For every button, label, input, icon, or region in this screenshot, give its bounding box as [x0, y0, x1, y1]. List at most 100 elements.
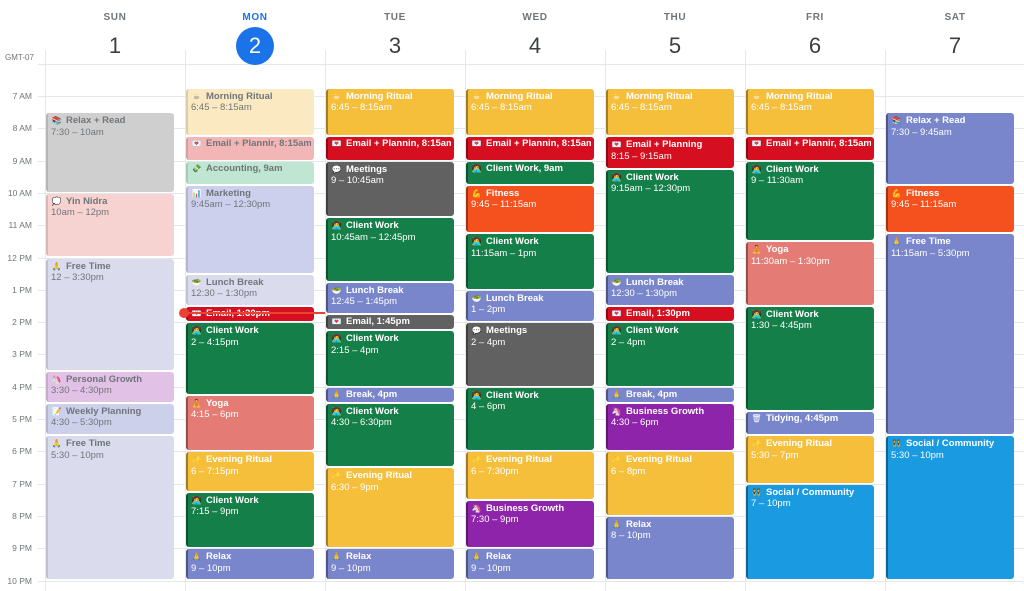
calendar-event[interactable]: ☕ Morning Ritual 6:45 – 8:15am [746, 88, 874, 136]
calendar-event[interactable]: 👩‍💻 Client Work 9:15am – 12:30pm [606, 169, 734, 273]
event-title: Evening Ritual [766, 438, 832, 450]
calendar-event[interactable]: ✨ Evening Ritual 6:30 – 9pm [326, 468, 454, 548]
calendar-event[interactable]: ✨ Evening Ritual 6 – 8pm [606, 452, 734, 515]
event-title: Free Time [66, 260, 111, 272]
day-number[interactable]: 4 [516, 27, 554, 65]
calendar-event[interactable]: 🙏 Free Time 12 – 3:30pm [46, 258, 174, 370]
calendar-event[interactable]: 👩‍💻 Client Work 10:45am – 12:45pm [326, 218, 454, 281]
calendar-event[interactable]: 🙏 Relax 8 – 10pm [606, 516, 734, 580]
calendar-event[interactable]: 💸 Accounting, 9am [186, 161, 314, 184]
calendar-event[interactable]: ☕ Morning Ritual 6:45 – 8:15am [606, 88, 734, 136]
calendar-event[interactable]: 📚 Relax + Read 7:30 – 9:45am [886, 113, 1014, 184]
day-number[interactable]: 6 [796, 27, 834, 65]
day-header-wed[interactable]: WED 4 [465, 0, 605, 66]
calendar-event[interactable]: 👩‍💻 Client Work 4:30 – 6:30pm [326, 403, 454, 467]
calendar-event[interactable]: 🥗 Lunch Break 12:30 – 1:30pm [606, 274, 734, 305]
calendar-event[interactable]: 🙏 Free Time 5:30 – 10pm [46, 436, 174, 580]
calendar-event[interactable]: 👩‍💻 Client Work 2:15 – 4pm [326, 331, 454, 386]
calendar-event[interactable]: 🗑 Tidying, 4:45pm [746, 411, 874, 435]
calendar-event[interactable]: 💪 Fitness 9:45 – 11:15am [886, 185, 1014, 233]
calendar-event[interactable]: 🦄 Personal Growth 3:30 – 4:30pm [46, 371, 174, 402]
day-number[interactable]: 3 [376, 27, 414, 65]
calendar-event[interactable]: ✨ Evening Ritual 6 – 7:15pm [186, 452, 314, 491]
event-time: 3:30 – 4:30pm [51, 385, 112, 397]
event-title: Client Work, 9am [486, 162, 563, 174]
calendar-event[interactable]: 🥗 Lunch Break 12:45 – 1:45pm [326, 282, 454, 314]
calendar-event[interactable]: 👩‍💻 Client Work 11:15am – 1pm [466, 234, 594, 289]
calendar-event[interactable]: 🦄 Business Growth 7:30 – 9pm [466, 500, 594, 548]
calendar-event[interactable]: 👩‍💻 Client Work 7:15 – 9pm [186, 492, 314, 548]
calendar-event[interactable]: 💬 Meetings 2 – 4pm [466, 323, 594, 386]
event-title: Morning Ritual [206, 90, 273, 102]
calendar-event[interactable]: 💌 Email + Plannin, 8:15am [326, 137, 454, 160]
calendar-event[interactable]: 💌 Email, 1:30pm [606, 306, 734, 322]
calendar-event[interactable]: 📝 Weekly Planning 4:30 – 5:30pm [46, 403, 174, 435]
day-header-fri[interactable]: FRI 6 [745, 0, 885, 66]
day-number[interactable]: 2 [236, 27, 274, 65]
calendar-event[interactable]: 📚 Relax + Read 7:30 – 10am [46, 113, 174, 192]
calendar-event[interactable]: ✨ Evening Ritual 5:30 – 7pm [746, 436, 874, 483]
folded-hands-icon: 🙏 [51, 261, 62, 271]
calendar-event[interactable]: 🙏 Break, 4pm [606, 387, 734, 402]
calendar-event[interactable]: 👩‍💻 Client Work 2 – 4pm [606, 323, 734, 386]
calendar-event[interactable]: 👩‍💻 Client Work 2 – 4:15pm [186, 323, 314, 394]
hour-label: 4 PM [12, 382, 32, 392]
calendar-event[interactable]: 🦄 Business Growth 4:30 – 6pm [606, 403, 734, 451]
day-number[interactable]: 7 [936, 27, 974, 65]
calendar-event[interactable]: 💌 Email, 1:45pm [326, 315, 454, 330]
calendar-event[interactable]: 🥗 Lunch Break 1 – 2pm [466, 290, 594, 322]
event-title: Fitness [906, 187, 940, 199]
calendar-event[interactable]: ✨ Evening Ritual 6 – 7:30pm [466, 452, 594, 499]
event-title: Client Work [206, 494, 259, 506]
calendar-event[interactable]: 🧘 Yoga 11:30am – 1:30pm [746, 242, 874, 305]
day-header-tue[interactable]: TUE 3 [325, 0, 465, 66]
technologist-icon: 👩‍💻 [471, 163, 482, 173]
event-time: 11:15am – 5:30pm [891, 247, 970, 259]
day-number[interactable]: 5 [656, 27, 694, 65]
speech-bubble-icon: 💬 [471, 326, 482, 336]
event-title-row: 🙏 Free Time [891, 236, 1011, 248]
event-time: 9:45 – 11:15am [471, 199, 537, 211]
calendar-event[interactable]: 🙏 Break, 4pm [326, 387, 454, 402]
event-time: 6:45 – 8:15am [471, 102, 532, 114]
calendar-event[interactable]: 💪 Fitness 9:45 – 11:15am [466, 185, 594, 233]
calendar-event[interactable]: ☕ Morning Ritual 6:45 – 8:15am [186, 88, 314, 136]
calendar-event[interactable]: 💌 Email + Plannin, 8:15am [466, 137, 594, 160]
event-title-row: ☕ Morning Ritual [751, 91, 871, 103]
calendar-event[interactable]: 🥗 Lunch Break 12:30 – 1:30pm [186, 274, 314, 305]
day-header-sun[interactable]: SUN 1 [45, 0, 185, 66]
salad-icon: 🥗 [191, 277, 202, 287]
day-header-sat[interactable]: SAT 7 [885, 0, 1024, 66]
calendar-event[interactable]: 🙏 Relax 9 – 10pm [186, 549, 314, 580]
calendar-event[interactable]: 🙏 Free Time 11:15am – 5:30pm [886, 234, 1014, 435]
calendar-event[interactable]: 👩‍💻 Client Work 4 – 6pm [466, 387, 594, 451]
calendar-event[interactable]: 🙏 Relax 9 – 10pm [466, 549, 594, 580]
calendar-event[interactable]: 🙏 Relax 9 – 10pm [326, 549, 454, 580]
calendar-event[interactable]: 👩‍💻 Client Work, 9am [466, 161, 594, 184]
calendar-event[interactable]: 👩‍💻 Client Work 1:30 – 4:45pm [746, 306, 874, 410]
calendar-event[interactable]: 👩‍💻 Client Work 9 – 11:30am [746, 161, 874, 241]
calendar-event[interactable]: ☕ Morning Ritual 6:45 – 8:15am [326, 88, 454, 136]
calendar-event[interactable]: 🧘 Yoga 4:15 – 6pm [186, 395, 314, 451]
day-header-mon[interactable]: MON 2 [185, 0, 325, 66]
calendar-event[interactable]: 📊 Marketing 9:45am – 12:30pm [186, 185, 314, 273]
calendar-event[interactable]: 💌 Email + Plannir, 8:15am [746, 137, 874, 160]
event-time: 6:45 – 8:15am [331, 102, 392, 114]
event-title: Tidying, 4:45pm [766, 412, 839, 424]
day-number[interactable]: 1 [96, 27, 134, 65]
calendar-event[interactable]: 💌 Email + Planning 8:15 – 9:15am [606, 137, 734, 168]
calendar-event[interactable]: ☕ Morning Ritual 6:45 – 8:15am [466, 88, 594, 136]
event-time: 6:45 – 8:15am [751, 102, 812, 114]
day-header-thu[interactable]: THU 5 [605, 0, 745, 66]
calendar-event[interactable]: 💭 Yin Nidra 10am – 12pm [46, 193, 174, 257]
calendar-event[interactable]: 💬 Meetings 9 – 10:45am [326, 161, 454, 217]
calendar-event[interactable]: 💌 Email + Plannir, 8:15am [186, 137, 314, 160]
folded-hands-icon: 🙏 [331, 389, 342, 399]
event-title: Email, 1:30pm [626, 307, 690, 319]
calendar-event[interactable]: 👯 Social / Community 7 – 10pm [746, 484, 874, 580]
event-title: Break, 4pm [346, 388, 398, 400]
event-title: Client Work [766, 308, 819, 320]
flexed-biceps-icon: 💪 [471, 188, 482, 198]
calendar-event[interactable]: 👯 Social / Community 5:30 – 10pm [886, 436, 1014, 580]
event-time: 4:30 – 6:30pm [331, 417, 392, 429]
